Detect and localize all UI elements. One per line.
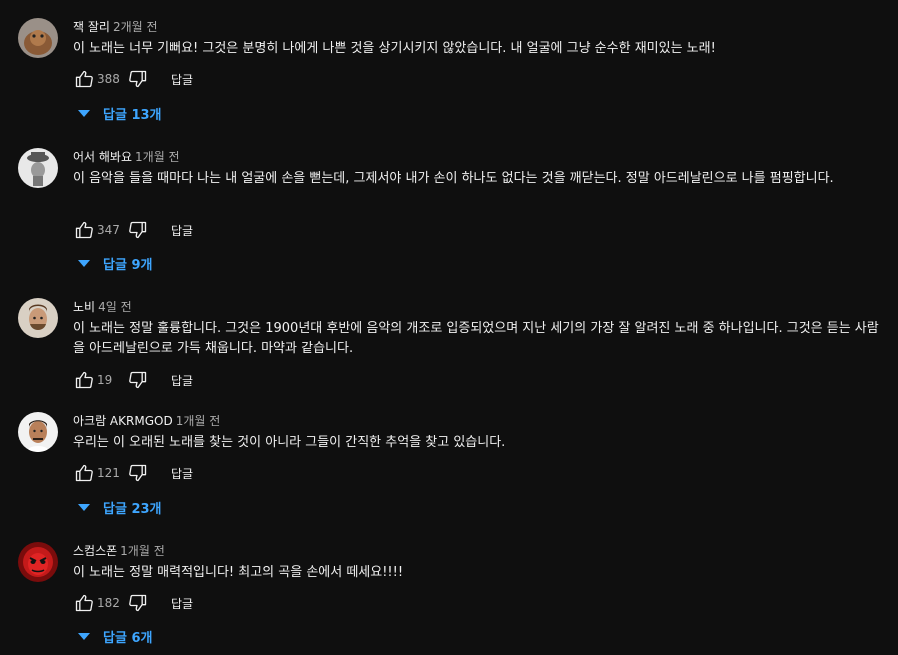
author-name[interactable]: 스컴스폰 xyxy=(73,544,117,558)
comment-actions: 388 답글 xyxy=(73,68,193,90)
view-replies-button[interactable]: 답글 13개 xyxy=(78,101,162,125)
comment-time[interactable]: 2개월 전 xyxy=(113,20,158,34)
avatar[interactable] xyxy=(18,148,58,188)
avatar[interactable] xyxy=(18,18,58,58)
comment-time[interactable]: 1개월 전 xyxy=(176,414,221,428)
view-replies-button[interactable]: 답글 9개 xyxy=(78,251,152,275)
comment-text: 이 노래는 너무 기뻐요! 그것은 분명히 나에게 나쁜 것을 상기시키지 않았… xyxy=(73,41,716,56)
replies-label: 답글 9개 xyxy=(103,257,153,273)
comment-text: 이 음악을 들을 때마다 나는 내 얼굴에 손을 뻗는데, 그제서야 내가 손이… xyxy=(73,171,834,186)
caret-down-icon xyxy=(78,259,90,267)
thumbs-up-icon[interactable] xyxy=(73,369,95,391)
view-replies-button[interactable]: 답글 6개 xyxy=(78,624,152,648)
author-line: 노비 4일 전 xyxy=(73,298,132,315)
thumbs-up-icon[interactable] xyxy=(73,592,95,614)
thumbs-down-icon[interactable] xyxy=(127,219,149,241)
thumbs-down-icon[interactable] xyxy=(127,462,149,484)
reply-button[interactable]: 답글 xyxy=(171,465,193,482)
caret-down-icon xyxy=(78,503,90,511)
avatar[interactable] xyxy=(18,542,58,582)
thumbs-up-icon[interactable] xyxy=(73,219,95,241)
like-count: 347 xyxy=(97,223,120,237)
comment-text: 이 노래는 정말 훌륭합니다. 그것은 1900년대 후반에 음악의 개조로 입… xyxy=(73,321,879,356)
reply-button[interactable]: 답글 xyxy=(171,222,193,239)
like-count: 388 xyxy=(97,72,120,86)
author-line: 어서 해봐요 1개월 전 xyxy=(73,148,180,165)
author-name[interactable]: 아크람 AKRMGOD xyxy=(73,414,173,428)
reply-button[interactable]: 답글 xyxy=(171,372,193,389)
comment-actions: 19 답글 xyxy=(73,369,193,391)
comment-time[interactable]: 1개월 전 xyxy=(135,150,180,164)
comment-actions: 121 답글 xyxy=(73,462,193,484)
comment-time[interactable]: 4일 전 xyxy=(98,300,132,314)
reply-button[interactable]: 답글 xyxy=(171,595,193,612)
avatar[interactable] xyxy=(18,298,58,338)
comment-text: 우리는 이 오래된 노래를 찾는 것이 아니라 그들이 간직한 추억을 찾고 있… xyxy=(73,435,506,450)
author-name[interactable]: 노비 xyxy=(73,300,95,314)
replies-label: 답글 23개 xyxy=(103,501,162,517)
thumbs-down-icon[interactable] xyxy=(127,592,149,614)
author-name[interactable]: 잭 잘리 xyxy=(73,20,110,34)
thumbs-up-icon[interactable] xyxy=(73,462,95,484)
avatar[interactable] xyxy=(18,412,58,452)
caret-down-icon xyxy=(78,109,90,117)
thumbs-up-icon[interactable] xyxy=(73,68,95,90)
thumbs-down-icon[interactable] xyxy=(127,68,149,90)
author-line: 스컴스폰 1개월 전 xyxy=(73,542,165,559)
thumbs-down-icon[interactable] xyxy=(127,369,149,391)
caret-down-icon xyxy=(78,632,90,640)
author-line: 잭 잘리 2개월 전 xyxy=(73,18,158,35)
view-replies-button[interactable]: 답글 23개 xyxy=(78,495,162,519)
like-count: 19 xyxy=(97,373,113,387)
reply-button[interactable]: 답글 xyxy=(171,71,193,88)
like-count: 182 xyxy=(97,596,120,610)
comment-actions: 182 답글 xyxy=(73,592,193,614)
like-count: 121 xyxy=(97,466,120,480)
comment-text: 이 노래는 정말 매력적입니다! 최고의 곡을 손에서 떼세요!!!! xyxy=(73,565,404,580)
author-name[interactable]: 어서 해봐요 xyxy=(73,150,132,164)
replies-label: 답글 13개 xyxy=(103,107,162,123)
author-line: 아크람 AKRMGOD 1개월 전 xyxy=(73,412,220,429)
replies-label: 답글 6개 xyxy=(103,630,153,646)
comment-actions: 347 답글 xyxy=(73,219,193,241)
comment-time[interactable]: 1개월 전 xyxy=(120,544,165,558)
